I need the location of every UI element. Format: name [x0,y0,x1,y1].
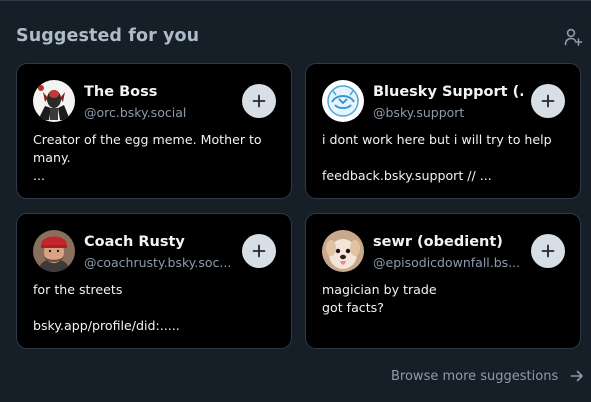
suggestion-handle: @episodicdownfall.bs... [373,255,521,270]
suggestion-bio: Creator of the egg meme. Mother to many.… [33,132,262,183]
suggestion-name[interactable]: The Boss [84,84,234,100]
suggestion-name[interactable]: sewr (obedient) [373,234,523,250]
follow-button[interactable] [531,84,565,118]
plus-icon [541,244,555,258]
follow-button[interactable] [531,234,565,268]
plus-icon [252,244,266,258]
suggestion-name[interactable]: Coach Rusty [84,234,234,250]
suggestion-handle: @coachrusty.bsky.soc... [84,255,232,270]
follow-button[interactable] [242,234,276,268]
browse-more-label[interactable]: Browse more suggestions [391,369,558,384]
suggested-header: Suggested for you [16,26,583,50]
puppy-avatar[interactable] [322,230,364,272]
suggestion-name[interactable]: Bluesky Support (... [373,84,523,100]
arrow-right-icon [570,369,584,383]
suggestion-card[interactable]: sewr (obedient) @episodicdownfall.bs... … [305,213,581,349]
coach-rusty-avatar[interactable] [33,230,75,272]
suggestion-bio: magician by trade got facts? [322,282,437,315]
suggestion-card[interactable]: The Boss @orc.bsky.social Creator of the… [16,63,292,199]
suggestion-handle: @orc.bsky.social [84,105,187,120]
suggestion-bio: i dont work here but i will try to help … [322,132,552,183]
plus-icon [252,94,266,108]
suggestion-bio: for the streets bsky.app/profile/did:...… [33,282,180,333]
plus-icon [541,94,555,108]
suggestion-card[interactable]: Bluesky Support (... @bsky.support i don… [305,63,581,199]
top-divider [0,0,591,1]
suggestion-handle: @bsky.support [373,105,465,120]
boss-avatar[interactable] [33,80,75,122]
follow-button[interactable] [242,84,276,118]
browse-more-link[interactable]: Browse more suggestions [391,366,584,386]
add-person-icon[interactable] [562,26,584,48]
bluesky-support-avatar[interactable] [322,80,364,122]
section-title: Suggested for you [16,26,200,46]
suggestion-card[interactable]: Coach Rusty @coachrusty.bsky.soc... for … [16,213,292,349]
